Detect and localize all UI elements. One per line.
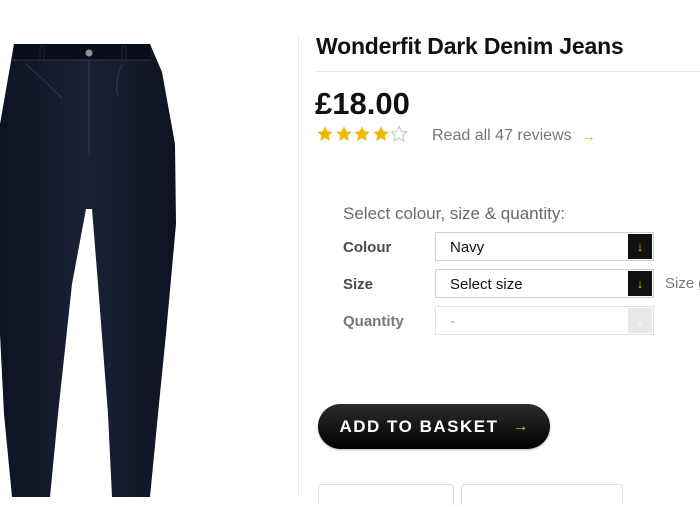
options-heading: Select colour, size & quantity:	[343, 204, 566, 223]
quantity-label: Quantity	[343, 313, 404, 330]
colour-select-value: Navy	[450, 239, 485, 256]
colour-select[interactable]: Navy ↓	[435, 232, 654, 261]
size-label: Size	[343, 276, 374, 293]
size-select-value: Select size	[450, 276, 523, 293]
arrow-right-icon: →	[512, 417, 529, 435]
product-image[interactable]	[0, 34, 298, 497]
arrow-right-icon: →	[581, 128, 596, 144]
reviews-link-label: Read all 47 reviews	[432, 127, 572, 144]
chevron-down-icon[interactable]: ↓	[628, 271, 652, 296]
divider	[316, 71, 700, 72]
quantity-select-value: -	[450, 313, 455, 330]
product-price: £18.00	[315, 86, 410, 121]
reviews-link[interactable]: Read all 47 reviews →	[432, 127, 596, 145]
add-to-basket-button[interactable]: ADD TO BASKET →	[318, 404, 550, 449]
size-select[interactable]: Select size ↓	[435, 269, 654, 298]
rating-stars	[316, 125, 409, 143]
secondary-button[interactable]	[318, 484, 454, 505]
star-filled-icon	[372, 126, 389, 142]
jeans-image	[0, 44, 176, 497]
chevron-down-icon[interactable]: ↓	[628, 308, 652, 333]
size-guide-link[interactable]: Size g	[665, 275, 700, 292]
star-empty-icon	[390, 125, 408, 143]
colour-label: Colour	[343, 239, 392, 256]
quantity-select[interactable]: - ↓	[435, 306, 654, 335]
chevron-down-icon[interactable]: ↓	[628, 234, 652, 259]
panel-divider	[298, 34, 299, 497]
star-filled-icon	[317, 126, 333, 142]
star-filled-icon	[335, 126, 352, 142]
add-to-basket-label: ADD TO BASKET	[339, 416, 499, 436]
product-title: Wonderfit Dark Denim Jeans	[316, 33, 624, 59]
secondary-button[interactable]	[461, 484, 623, 505]
star-filled-icon	[354, 126, 370, 142]
